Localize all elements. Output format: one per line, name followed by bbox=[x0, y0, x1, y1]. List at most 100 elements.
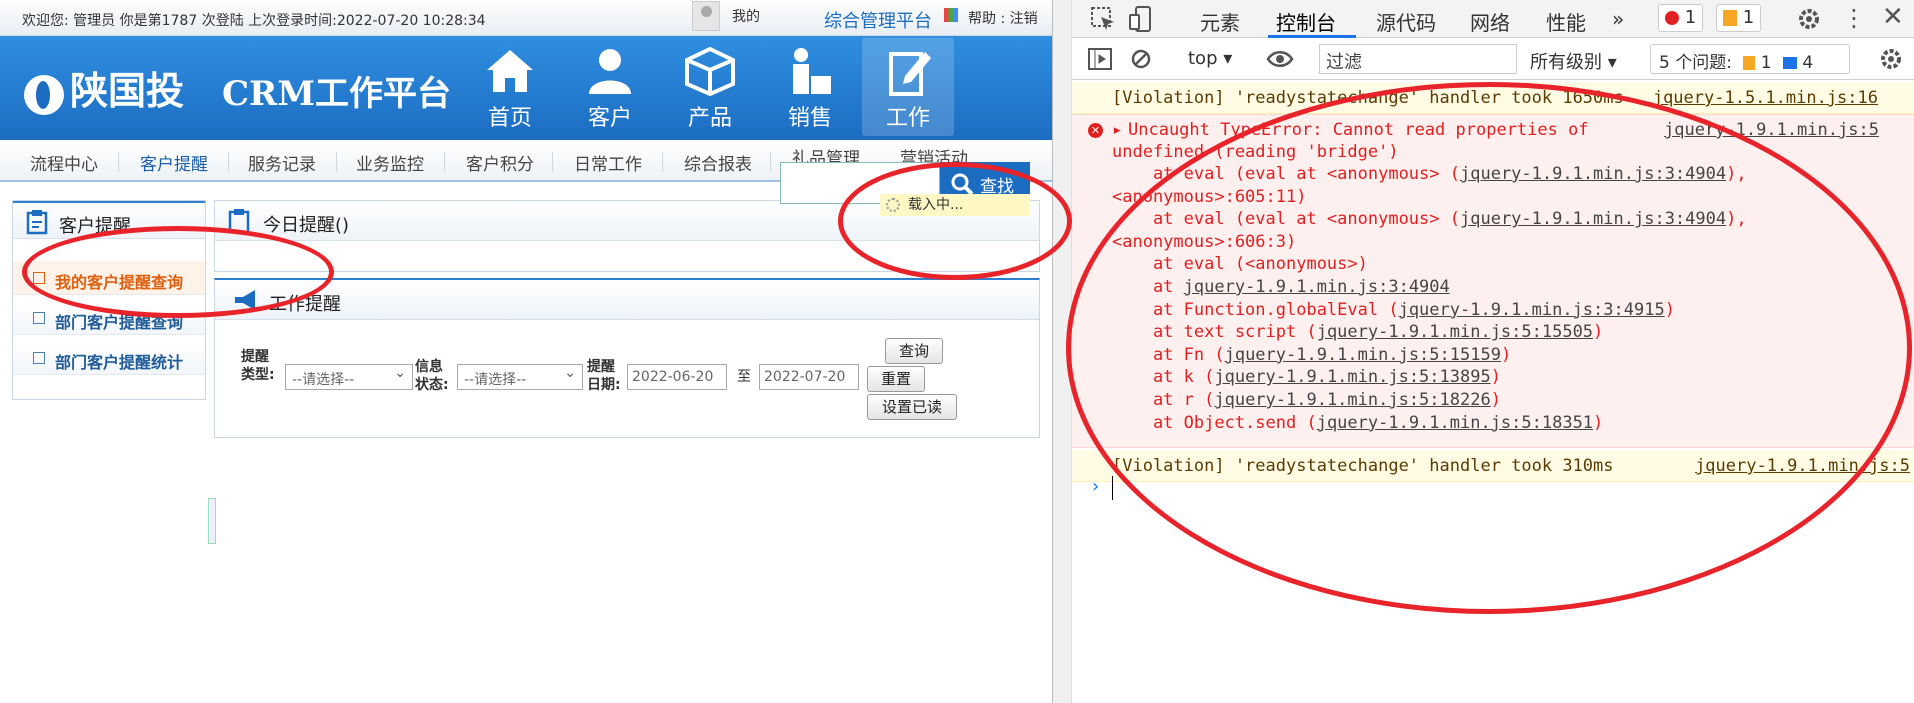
clipboard-icon bbox=[26, 210, 48, 235]
stack-frame-text: at eval (eval at <anonymous> ( bbox=[1112, 209, 1460, 230]
nav-home[interactable]: 首页 bbox=[464, 38, 556, 136]
menu-item[interactable]: 日常工作 bbox=[574, 150, 642, 175]
issues-button[interactable]: 5 个问题: 1 4 bbox=[1650, 44, 1850, 74]
console-settings-icon[interactable] bbox=[1878, 46, 1904, 72]
sidebar-toggle-icon[interactable] bbox=[1088, 48, 1112, 70]
menu-item[interactable]: 服务记录 bbox=[248, 150, 316, 175]
clear-console-icon[interactable] bbox=[1130, 48, 1152, 70]
device-toolbar-icon[interactable] bbox=[1128, 5, 1154, 33]
tab-console[interactable]: 控制台 bbox=[1276, 7, 1336, 36]
expand-triangle-icon[interactable]: ▸ bbox=[1112, 119, 1122, 142]
reminder-type-select[interactable]: --请选择-- bbox=[285, 364, 413, 390]
console-message-violation: [Violation] 'readystatechange' handler t… bbox=[1072, 450, 1914, 482]
info-status-value: --请选择-- bbox=[464, 372, 527, 388]
stack-frame-text: ) bbox=[1490, 390, 1501, 410]
reminder-type-label: 提醒类型: bbox=[241, 349, 275, 383]
reset-button[interactable]: 重置 bbox=[867, 366, 925, 392]
stack-frame-link[interactable]: jquery-1.9.1.min.js:5:15159 bbox=[1225, 345, 1501, 365]
menu-separator bbox=[662, 152, 663, 172]
source-link[interactable]: jquery-1.9.1.min.js:5 bbox=[1695, 456, 1910, 476]
menu-item[interactable]: 业务监控 bbox=[356, 150, 424, 175]
stack-frame-text: at text script ( bbox=[1112, 322, 1317, 343]
log-level-selector[interactable]: 所有级别 ▾ bbox=[1530, 48, 1617, 74]
mark-read-button[interactable]: 设置已读 bbox=[867, 394, 957, 420]
warning-count-badge[interactable]: 1 bbox=[1716, 4, 1762, 32]
date-to-input[interactable]: 2022-07-20 bbox=[759, 364, 859, 390]
stack-frame: at r (jquery-1.9.1.min.js:5:18226) bbox=[1112, 389, 1501, 412]
info-status-select[interactable]: --请选择-- bbox=[457, 364, 583, 390]
query-button[interactable]: 查询 bbox=[885, 338, 943, 364]
console-input[interactable] bbox=[1112, 476, 1113, 500]
stack-frame-link[interactable]: jquery-1.9.1.min.js:3:4904 bbox=[1460, 164, 1726, 184]
sidebar-item-label: 部门客户提醒统计 bbox=[55, 353, 184, 372]
menu-separator bbox=[444, 152, 445, 172]
nav-product[interactable]: 产品 bbox=[664, 38, 756, 136]
context-selector[interactable]: top ▾ bbox=[1188, 48, 1232, 69]
console-toolbar: top ▾ 过滤 所有级别 ▾ 5 个问题: 1 4 bbox=[1072, 38, 1914, 80]
stack-frame-link[interactable]: jquery-1.9.1.min.js:5:15505 bbox=[1317, 322, 1593, 342]
stack-frame: <anonymous>:605:11) bbox=[1112, 186, 1306, 209]
menu-item[interactable]: 综合报表 bbox=[684, 150, 752, 175]
menu-item[interactable]: 客户积分 bbox=[466, 150, 534, 175]
nav-customer[interactable]: 客户 bbox=[564, 38, 656, 136]
platform-link[interactable]: 综合管理平台 bbox=[824, 7, 932, 33]
platform-title: CRM工作平台 bbox=[222, 74, 451, 114]
tab-performance[interactable]: 性能 bbox=[1546, 7, 1586, 36]
menu-separator bbox=[228, 152, 229, 172]
tab-network[interactable]: 网络 bbox=[1470, 7, 1510, 36]
live-expression-eye-icon[interactable] bbox=[1266, 50, 1294, 68]
panel-splitter[interactable] bbox=[1052, 0, 1072, 703]
user-avatar[interactable] bbox=[692, 1, 720, 31]
source-link[interactable]: jquery-1.5.1.min.js:16 bbox=[1653, 88, 1878, 108]
stack-frame-link[interactable]: jquery-1.9.1.min.js:5:13895 bbox=[1214, 367, 1490, 387]
tab-elements[interactable]: 元素 bbox=[1200, 7, 1240, 36]
context-value: top bbox=[1188, 48, 1218, 69]
stack-frame-link[interactable]: jquery-1.9.1.min.js:3:4915 bbox=[1399, 300, 1665, 320]
tab-sources[interactable]: 源代码 bbox=[1376, 7, 1436, 36]
date-to-value: 2022-07-20 bbox=[764, 369, 846, 385]
help-logout-links[interactable]: 帮助 : 注销 bbox=[968, 8, 1038, 28]
stack-frame-link[interactable]: jquery-1.9.1.min.js:5:18351 bbox=[1317, 413, 1593, 433]
mine-link[interactable]: 我的 bbox=[732, 6, 760, 26]
nav-product-label: 产品 bbox=[687, 106, 732, 131]
welcome-text: 欢迎您: 管理员 你是第1787 次登陆 上次登录时间:2022-07-20 1… bbox=[22, 13, 486, 29]
error-count-badge[interactable]: 1 bbox=[1658, 4, 1704, 32]
sidebar-item-dept-reminder-stats[interactable]: 部门客户提醒统计 bbox=[13, 341, 205, 375]
console-filter-input[interactable]: 过滤 bbox=[1319, 44, 1517, 74]
clipboard-icon bbox=[228, 209, 250, 234]
warning-count: 1 bbox=[1742, 7, 1755, 28]
loading-indicator: 载入中... bbox=[880, 194, 1030, 216]
violation-text: [Violation] 'readystatechange' handler t… bbox=[1112, 456, 1614, 476]
menu-item[interactable]: 流程中心 bbox=[30, 150, 98, 175]
sidebar-item-my-reminder-query[interactable]: 我的客户提醒查询 bbox=[13, 261, 205, 295]
stack-frame-text: at bbox=[1112, 277, 1184, 297]
nav-sales[interactable]: 销售 bbox=[764, 38, 856, 136]
sidebar-collapse-handle[interactable] bbox=[208, 498, 216, 544]
console-output: [Violation] 'readystatechange' handler t… bbox=[1072, 80, 1914, 703]
arrow-right-icon bbox=[33, 312, 45, 324]
stack-frame-link[interactable]: jquery-1.9.1.min.js:5:18226 bbox=[1214, 390, 1490, 410]
inspect-element-icon[interactable] bbox=[1090, 6, 1116, 32]
source-link[interactable]: jquery-1.9.1.min.js:5 bbox=[1664, 119, 1879, 142]
nav-work[interactable]: 工作 bbox=[862, 38, 954, 136]
customer-icon bbox=[583, 46, 637, 96]
home-icon bbox=[483, 46, 537, 96]
more-tabs-button[interactable]: » bbox=[1612, 7, 1624, 31]
stack-frame: at eval (eval at <anonymous> (jquery-1.9… bbox=[1112, 163, 1747, 186]
app-grid-icon[interactable] bbox=[944, 8, 958, 22]
more-options-icon[interactable]: ⋮ bbox=[1842, 4, 1866, 32]
stack-frame-link[interactable]: jquery-1.9.1.min.js:3:4904 bbox=[1184, 277, 1450, 297]
error-message-line: undefined (reading 'bridge') bbox=[1112, 142, 1399, 162]
menu-item-active[interactable]: 客户提醒 bbox=[140, 150, 208, 175]
stack-frame-text: at Object.send ( bbox=[1112, 412, 1317, 433]
reminder-date-label: 提醒日期: bbox=[587, 359, 621, 393]
stack-frame: at eval (eval at <anonymous> (jquery-1.9… bbox=[1112, 208, 1747, 231]
sidebar-item-dept-reminder-query[interactable]: 部门客户提醒查询 bbox=[13, 301, 205, 335]
sidebar-item-label: 我的客户提醒查询 bbox=[55, 273, 184, 292]
stack-frame-link[interactable]: jquery-1.9.1.min.js:3:4904 bbox=[1460, 209, 1726, 229]
nav-sales-label: 销售 bbox=[787, 106, 832, 131]
settings-gear-icon[interactable] bbox=[1796, 6, 1822, 32]
error-icon bbox=[1665, 11, 1679, 25]
date-from-input[interactable]: 2022-06-20 bbox=[627, 364, 727, 390]
close-icon[interactable]: ✕ bbox=[1882, 2, 1904, 32]
